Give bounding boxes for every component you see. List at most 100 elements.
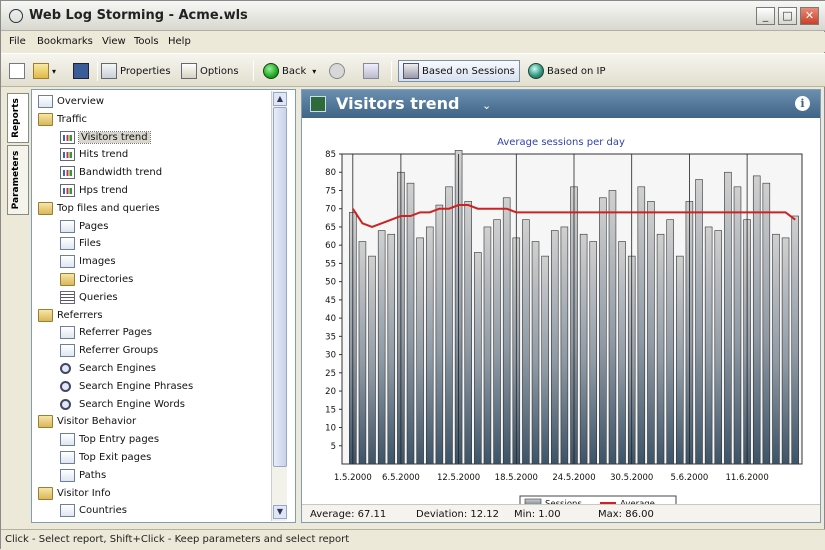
save-button[interactable]	[73, 61, 92, 81]
info-icon[interactable]: i	[795, 96, 810, 111]
page-icon	[60, 326, 75, 340]
based-on-ip-toggle[interactable]: Based on IP	[528, 61, 606, 81]
tree-item-label: Visitors trend	[78, 130, 151, 144]
new-button[interactable]	[9, 61, 28, 81]
scroll-thumb[interactable]	[273, 107, 287, 467]
tree-item-directories[interactable]: Directories	[60, 271, 133, 288]
tree-item-files[interactable]: Files	[60, 235, 101, 252]
minimize-button[interactable]: _	[756, 7, 775, 25]
x-tick-label: 24.5.2000	[552, 473, 595, 483]
y-tick-label: 60	[325, 241, 336, 251]
stat-average: Average: 67.11	[310, 509, 387, 520]
tree-item-referrer-groups[interactable]: Referrer Groups	[60, 342, 158, 359]
session-bar	[425, 226, 434, 465]
scroll-down-arrow[interactable]: ▼	[273, 505, 287, 519]
menu-file[interactable]: File	[9, 36, 26, 47]
menu-bookmarks[interactable]: Bookmarks	[37, 36, 93, 47]
tree-item-traffic[interactable]: Traffic	[38, 111, 87, 128]
folder-icon	[38, 415, 53, 429]
session-bar	[733, 186, 742, 465]
tab-parameters[interactable]: Parameters	[7, 145, 29, 215]
chevron-down-icon[interactable]: ⌄	[482, 99, 491, 112]
tree-item-search-engine-words[interactable]: Search Engine Words	[60, 396, 185, 413]
tree-item-top-entry-pages[interactable]: Top Entry pages	[60, 431, 159, 448]
chevron-down-icon: ▾	[52, 66, 57, 76]
window-title: Web Log Storming - Acme.wls	[29, 8, 248, 23]
session-bar	[589, 241, 597, 465]
tree-item-top-exit-pages[interactable]: Top Exit pages	[60, 449, 151, 466]
tree-item-visitor-behavior[interactable]: Visitor Behavior	[38, 413, 136, 430]
page-icon	[60, 255, 75, 269]
session-bar	[656, 233, 665, 465]
back-button[interactable]: Back ▾	[263, 61, 316, 81]
close-button[interactable]: ✕	[800, 7, 819, 25]
properties-button[interactable]: Properties	[101, 61, 171, 81]
tree-item-label: Search Engine Phrases	[79, 380, 194, 392]
tree-item-label: Top files and queries	[57, 202, 160, 214]
back-label: Back	[282, 65, 307, 77]
tree-item-label: Paths	[79, 469, 107, 481]
menu-help[interactable]: Help	[168, 36, 191, 47]
tree-item-countries[interactable]: Countries	[60, 502, 127, 519]
refresh-icon	[363, 63, 379, 79]
page-icon	[60, 237, 75, 251]
tree-item-label: Referrer Pages	[79, 327, 153, 339]
tree-item-search-engine-phrases[interactable]: Search Engine Phrases	[60, 378, 193, 395]
tree-scrollbar[interactable]: ▲ ▼	[271, 91, 287, 521]
tree-item-referrer-pages[interactable]: Referrer Pages	[60, 324, 152, 341]
tab-reports[interactable]: Reports	[7, 93, 29, 143]
tree-item-hps-trend[interactable]: Hps trend	[60, 182, 128, 199]
toolbar: ▾ Properties Options Back ▾ Based on Sess…	[1, 53, 825, 87]
open-button[interactable]: ▾	[33, 61, 56, 81]
page-icon	[60, 433, 75, 447]
tree-item-pages[interactable]: Pages	[60, 218, 108, 235]
session-bar	[435, 204, 444, 465]
session-bar	[502, 197, 511, 465]
tree-item-top-files-and-queries[interactable]: Top files and queries	[38, 200, 160, 217]
new-file-icon	[9, 63, 25, 79]
refresh-button[interactable]	[363, 61, 382, 81]
stat-max: Max: 86.00	[598, 509, 654, 520]
session-bar	[416, 237, 424, 465]
page-icon	[38, 95, 53, 108]
session-bar	[541, 255, 549, 465]
session-bar	[676, 255, 684, 465]
tree-item-hits-trend[interactable]: Hits trend	[60, 146, 128, 163]
menu-view[interactable]: View	[102, 36, 126, 47]
open-folder-icon	[33, 63, 49, 79]
forward-arrow-icon	[329, 63, 345, 79]
stat-deviation: Deviation: 12.12	[416, 509, 500, 520]
tab-parameters-label: Parameters	[11, 150, 21, 210]
properties-label: Properties	[120, 65, 171, 77]
session-bar	[637, 186, 646, 465]
session-bar	[762, 182, 771, 465]
y-tick-label: 85	[325, 150, 336, 160]
tree-item-search-engines[interactable]: Search Engines	[60, 360, 156, 377]
tree-item-bandwidth-trend[interactable]: Bandwidth trend	[60, 164, 162, 181]
tree-item-visitors-trend[interactable]: Visitors trend	[60, 129, 151, 146]
maximize-button[interactable]: □	[778, 7, 797, 25]
tree-item-overview[interactable]: Overview	[38, 93, 104, 110]
magnifier-icon	[60, 398, 71, 410]
list-icon	[60, 290, 75, 304]
scroll-up-arrow[interactable]: ▲	[273, 92, 287, 106]
tree-item-visitor-info[interactable]: Visitor Info	[38, 485, 111, 502]
forward-button[interactable]	[329, 61, 348, 81]
folder-icon	[38, 112, 53, 126]
tree-item-referrers[interactable]: Referrers	[38, 307, 103, 324]
menu-tools[interactable]: Tools	[134, 36, 159, 47]
app-icon	[9, 9, 23, 23]
session-bar	[666, 219, 674, 465]
options-button[interactable]: Options	[181, 61, 239, 81]
tree-item-images[interactable]: Images	[60, 253, 116, 270]
options-icon	[181, 63, 197, 79]
tree-item-paths[interactable]: Paths	[60, 467, 106, 484]
side-tabs: Reports Parameters	[7, 93, 29, 523]
report-tree: Overview Traffic Visitors trend Hits trend B…	[31, 89, 296, 523]
tree-item-label: Countries	[79, 505, 127, 517]
y-tick-label: 45	[325, 296, 336, 306]
based-on-sessions-toggle[interactable]: Based on Sessions	[398, 60, 520, 82]
page-icon	[60, 219, 75, 233]
session-bar	[464, 201, 472, 465]
tree-item-queries[interactable]: Queries	[60, 289, 118, 306]
